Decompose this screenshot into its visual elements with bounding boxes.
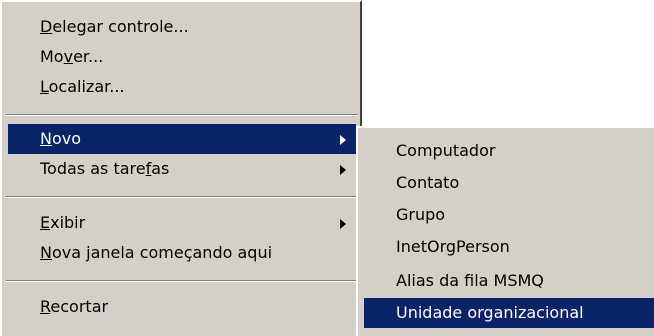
menu-item-label: Contato bbox=[396, 173, 460, 192]
menu-item-label: Delegar controle... bbox=[40, 17, 189, 36]
submenu-item-alias-fila-msmq[interactable]: Alias da fila MSMQ bbox=[364, 266, 654, 296]
menu-item-label: Todas as tarefas bbox=[40, 159, 170, 178]
context-menu: Delegar controle... Mover... Localizar..… bbox=[0, 0, 362, 336]
menu-item-nova-janela[interactable]: Nova janela começando aqui bbox=[8, 238, 356, 268]
menu-item-delegar-controle[interactable]: Delegar controle... bbox=[8, 12, 356, 42]
submenu-item-grupo[interactable]: Grupo bbox=[364, 200, 654, 230]
menu-item-novo[interactable]: Novo bbox=[8, 124, 356, 154]
menu-item-label: Unidade organizacional bbox=[396, 303, 584, 322]
submenu-item-inetorgperson[interactable]: InetOrgPerson bbox=[364, 232, 654, 262]
menu-item-label: InetOrgPerson bbox=[396, 237, 510, 256]
menu-item-label: Localizar... bbox=[40, 77, 125, 96]
menu-item-label: Mover... bbox=[40, 47, 104, 66]
menu-item-label: Novo bbox=[40, 129, 82, 148]
menu-item-localizar[interactable]: Localizar... bbox=[8, 72, 356, 102]
menu-item-label: Exibir bbox=[40, 213, 86, 232]
novo-submenu: Computador Contato Grupo InetOrgPerson A… bbox=[356, 126, 654, 336]
menu-item-label: Grupo bbox=[396, 205, 446, 224]
menu-separator bbox=[6, 196, 358, 198]
menu-item-mover[interactable]: Mover... bbox=[8, 42, 356, 72]
menu-item-recortar[interactable]: Recortar bbox=[8, 292, 356, 322]
menu-separator bbox=[6, 114, 358, 116]
menu-item-label: Recortar bbox=[40, 297, 109, 316]
menu-item-label: Computador bbox=[396, 141, 496, 160]
submenu-arrow-icon bbox=[340, 219, 346, 229]
submenu-item-computador[interactable]: Computador bbox=[364, 136, 654, 166]
menu-item-label: Nova janela começando aqui bbox=[40, 243, 273, 262]
submenu-item-unidade-organizacional[interactable]: Unidade organizacional bbox=[364, 298, 654, 328]
submenu-arrow-icon bbox=[340, 135, 346, 145]
submenu-item-contato[interactable]: Contato bbox=[364, 168, 654, 198]
menu-separator bbox=[6, 280, 358, 282]
submenu-arrow-icon bbox=[340, 165, 346, 175]
menu-item-exibir[interactable]: Exibir bbox=[8, 208, 356, 238]
menu-item-todas-as-tarefas[interactable]: Todas as tarefas bbox=[8, 154, 356, 184]
menu-item-label: Alias da fila MSMQ bbox=[396, 271, 544, 290]
